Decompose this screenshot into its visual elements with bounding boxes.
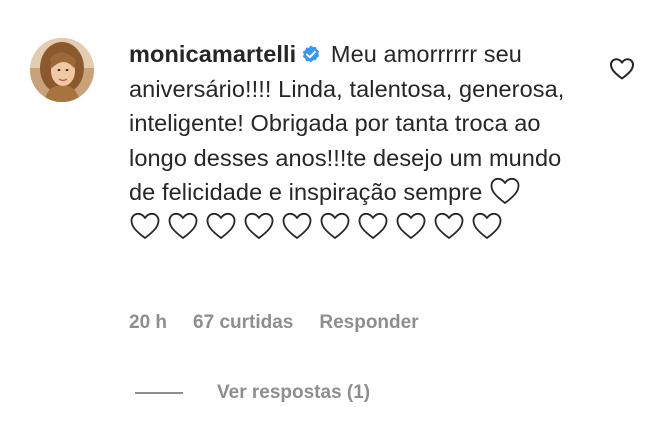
white-heart-emoji-icon <box>319 211 351 241</box>
comment-meta: 20 h 67 curtidas Responder <box>129 312 445 334</box>
timestamp[interactable]: 20 h <box>129 312 167 333</box>
like-button[interactable] <box>609 57 635 81</box>
comment-body: monicamartelli Meu amorrrrrr seu anivers… <box>129 37 569 244</box>
profile-avatar-image <box>30 38 94 102</box>
white-heart-emoji-icon <box>205 211 237 241</box>
avatar[interactable] <box>30 38 94 102</box>
reply-button[interactable]: Responder <box>319 312 418 333</box>
white-heart-emoji-icon <box>243 211 275 241</box>
white-heart-emoji-icon <box>129 211 161 241</box>
white-heart-emoji-icon <box>489 176 521 206</box>
heart-outline-icon <box>610 58 634 80</box>
white-heart-emoji-icon <box>433 211 465 241</box>
white-heart-emoji-icon <box>395 211 427 241</box>
replies-divider <box>135 392 183 394</box>
likes-count[interactable]: 67 curtidas <box>193 312 293 333</box>
verified-badge-icon <box>300 43 322 65</box>
view-replies[interactable]: Ver respostas (1) <box>135 380 370 406</box>
white-heart-emoji-icon <box>167 211 199 241</box>
username[interactable]: monicamartelli <box>129 41 296 67</box>
comment: monicamartelli Meu amorrrrrr seu anivers… <box>0 0 660 430</box>
white-heart-emoji-icon <box>357 211 389 241</box>
white-heart-emoji-icon <box>281 211 313 241</box>
white-heart-emoji-icon <box>471 211 503 241</box>
view-replies-button[interactable]: Ver respostas (1) <box>217 382 370 404</box>
